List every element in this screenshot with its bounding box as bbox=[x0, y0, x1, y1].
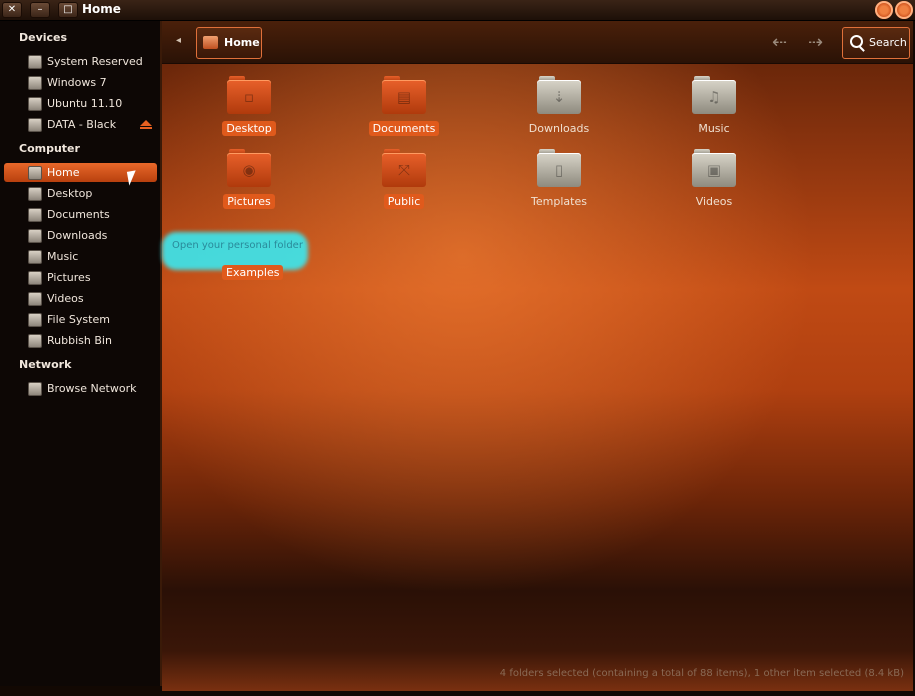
music-folder-icon: ♫ bbox=[692, 76, 736, 114]
file-name: Templates bbox=[531, 195, 587, 208]
window-titlebar: ✕ – □ Home bbox=[0, 0, 915, 21]
trash-icon bbox=[28, 334, 42, 348]
search-icon bbox=[850, 35, 863, 48]
file-name: Desktop bbox=[222, 121, 276, 136]
templates-folder-icon: ▯ bbox=[537, 149, 581, 187]
file-name: Music bbox=[698, 122, 730, 135]
minimize-window-button[interactable]: – bbox=[30, 2, 50, 18]
documents-folder-icon: ▤ bbox=[382, 76, 426, 114]
eject-icon[interactable] bbox=[140, 120, 152, 129]
file-item-videos[interactable]: ▣ Videos bbox=[654, 149, 774, 217]
maximize-window-button[interactable]: □ bbox=[58, 2, 78, 18]
window-title: Home bbox=[82, 2, 121, 16]
downloads-folder-icon: ⇣ bbox=[537, 76, 581, 114]
file-view[interactable]: ◂ Home ⇠ ⇢ Search ▫ Desktop ▤ Documents … bbox=[162, 21, 913, 691]
network-icon bbox=[28, 382, 42, 396]
toolbar: ◂ Home ⇠ ⇢ Search bbox=[162, 21, 913, 64]
sidebar-item-pictures[interactable]: Pictures bbox=[4, 268, 157, 287]
pictures-folder-icon: ◉ bbox=[227, 149, 271, 187]
sidebar-item-music[interactable]: Music bbox=[4, 247, 157, 266]
power-icon[interactable] bbox=[875, 1, 893, 19]
sidebar-item-desktop[interactable]: Desktop bbox=[4, 184, 157, 203]
home-folder-icon bbox=[28, 166, 42, 180]
file-item-music[interactable]: ♫ Music bbox=[654, 76, 774, 144]
file-item-documents[interactable]: ▤ Documents bbox=[344, 76, 464, 144]
network-header: Network bbox=[19, 358, 72, 371]
sidebar-item-ubuntu[interactable]: Ubuntu 11.10 bbox=[4, 94, 157, 113]
file-item-templates[interactable]: ▯ Templates bbox=[499, 149, 619, 217]
ubuntu-tray bbox=[875, 1, 913, 19]
sidebar-item-videos[interactable]: Videos bbox=[4, 289, 157, 308]
file-item-pictures[interactable]: ◉ Pictures bbox=[189, 149, 309, 217]
folder-icon bbox=[28, 292, 42, 306]
file-item-downloads[interactable]: ⇣ Downloads bbox=[499, 76, 619, 144]
places-sidebar: Devices System Reserved Windows 7 Ubuntu… bbox=[0, 21, 162, 686]
file-item-desktop[interactable]: ▫ Desktop bbox=[189, 76, 309, 144]
breadcrumb-left-arrow-icon[interactable]: ◂ bbox=[176, 35, 181, 46]
ubuntu-logo-icon[interactable] bbox=[895, 1, 913, 19]
file-name: Downloads bbox=[528, 122, 590, 135]
sidebar-item-windows-7[interactable]: Windows 7 bbox=[4, 73, 157, 92]
videos-folder-icon: ▣ bbox=[692, 149, 736, 187]
home-icon bbox=[203, 36, 218, 49]
file-system-icon bbox=[28, 313, 42, 327]
breadcrumb-home-button[interactable]: Home bbox=[196, 27, 262, 59]
drive-icon bbox=[28, 76, 42, 90]
forward-arrow-icon[interactable]: ⇢ bbox=[808, 32, 823, 53]
drive-icon bbox=[28, 118, 42, 132]
folder-icon bbox=[28, 271, 42, 285]
file-name: Examples bbox=[222, 265, 284, 280]
devices-header: Devices bbox=[19, 31, 68, 44]
sidebar-item-downloads[interactable]: Downloads bbox=[4, 226, 157, 245]
tooltip: Open your personal folder bbox=[172, 240, 303, 251]
public-folder-icon: ⤧ bbox=[382, 149, 426, 187]
back-arrow-icon[interactable]: ⇠ bbox=[772, 32, 787, 53]
file-name: Pictures bbox=[223, 194, 275, 209]
sidebar-item-file-system[interactable]: File System bbox=[4, 310, 157, 329]
desktop-folder-icon: ▫ bbox=[227, 76, 271, 114]
folder-icon bbox=[28, 229, 42, 243]
folder-icon bbox=[28, 187, 42, 201]
file-name: Videos bbox=[695, 195, 733, 208]
folder-icon bbox=[28, 250, 42, 264]
drive-icon bbox=[28, 55, 42, 69]
drive-icon bbox=[28, 97, 42, 111]
file-item-public[interactable]: ⤧ Public bbox=[344, 149, 464, 217]
close-window-button[interactable]: ✕ bbox=[2, 2, 22, 18]
computer-header: Computer bbox=[19, 142, 80, 155]
sidebar-item-data-black[interactable]: DATA - Black bbox=[4, 115, 157, 134]
file-name: Public bbox=[383, 194, 425, 209]
folder-icon bbox=[28, 208, 42, 222]
sidebar-item-browse-network[interactable]: Browse Network bbox=[4, 379, 157, 398]
sidebar-item-documents[interactable]: Documents bbox=[4, 205, 157, 224]
file-item-examples[interactable]: Examples bbox=[222, 265, 284, 280]
status-bar: 4 folders selected (containing a total o… bbox=[499, 668, 904, 679]
sidebar-item-system-reserved[interactable]: System Reserved bbox=[4, 52, 157, 71]
search-button[interactable]: Search bbox=[842, 27, 910, 59]
sidebar-item-rubbish-bin[interactable]: Rubbish Bin bbox=[4, 331, 157, 350]
file-name: Documents bbox=[368, 121, 440, 136]
